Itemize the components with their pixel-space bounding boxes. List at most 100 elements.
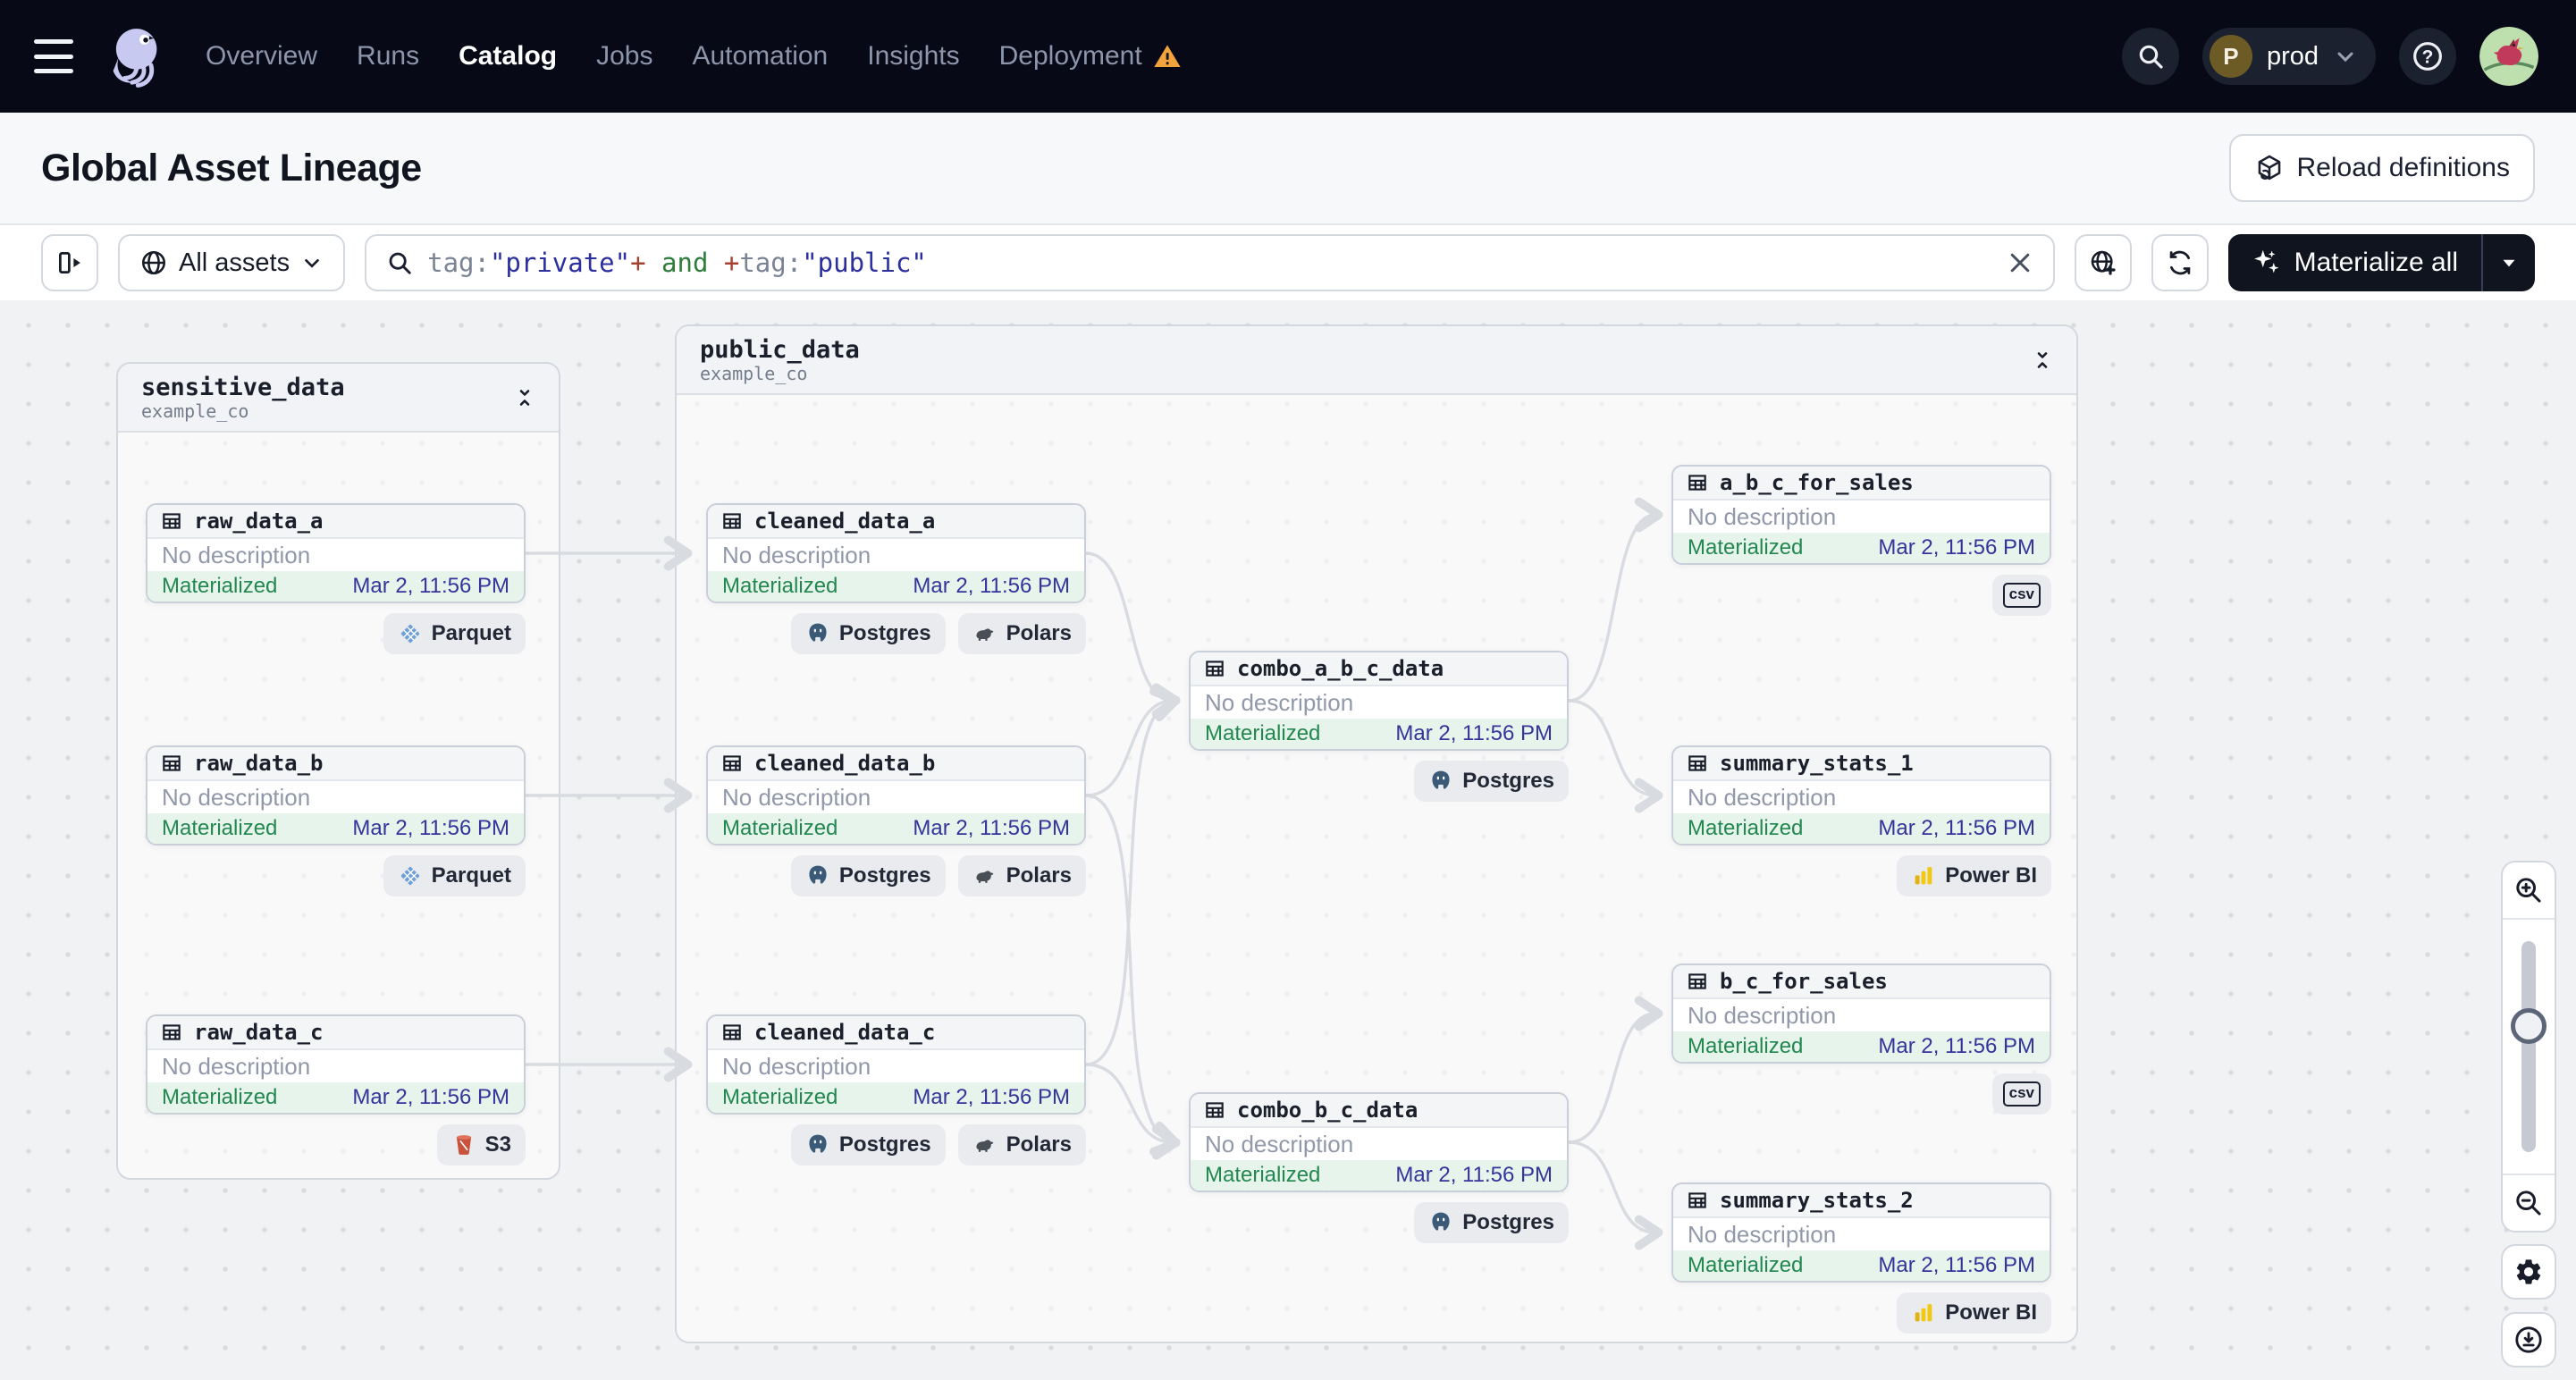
nav-right: P prod ? xyxy=(2121,27,2538,86)
kind-tag-postgres: Postgres xyxy=(790,613,946,654)
nav-item-runs[interactable]: Runs xyxy=(357,41,419,72)
zoom-controls xyxy=(2501,861,2556,1233)
panel-expand-icon xyxy=(59,252,80,273)
lineage-canvas[interactable]: sensitive_data example_co public_data ex… xyxy=(0,300,2576,1380)
asset-node-raw-data-b[interactable]: raw_data_b No description Materialized M… xyxy=(146,745,526,846)
asset-description: No description xyxy=(722,1052,871,1080)
table-icon xyxy=(163,1024,181,1040)
asset-node-cleaned-data-a[interactable]: cleaned_data_a No description Materializ… xyxy=(706,503,1086,603)
asset-node-summary-stats-1[interactable]: summary_stats_1 No description Materiali… xyxy=(1671,745,2051,846)
deployment-badge: P xyxy=(2209,35,2252,78)
asset-filter-input[interactable]: tag:"private"+ and +tag:"public" xyxy=(365,234,2055,291)
open-sidebar-button[interactable] xyxy=(41,234,98,291)
nav-item-catalog[interactable]: Catalog xyxy=(459,41,557,72)
zoom-out-button[interactable] xyxy=(2503,1175,2555,1231)
asset-node-combo-b-c-data[interactable]: combo_b_c_data No description Materializ… xyxy=(1189,1092,1569,1192)
asset-scope-dropdown[interactable]: All assets xyxy=(118,234,346,291)
asset-status: Materialized xyxy=(162,816,278,840)
nav-item-jobs[interactable]: Jobs xyxy=(596,41,652,72)
zoom-slider[interactable] xyxy=(2503,918,2555,1175)
chevron-down-icon xyxy=(305,258,319,268)
search-icon xyxy=(389,252,411,274)
asset-node-raw-data-c[interactable]: raw_data_c No description Materialized M… xyxy=(146,1014,526,1115)
dagster-logo[interactable] xyxy=(100,21,170,91)
kind-tag-postgres: Postgres xyxy=(1414,761,1569,802)
nav-menu: Overview Runs Catalog Jobs Automation In… xyxy=(206,41,1182,72)
materialize-all-button[interactable]: Materialize all xyxy=(2227,234,2535,291)
asset-status: Materialized xyxy=(1205,1163,1321,1187)
user-avatar[interactable] xyxy=(2479,27,2538,86)
nav-item-overview[interactable]: Overview xyxy=(206,41,317,72)
asset-timestamp: Mar 2, 11:56 PM xyxy=(913,816,1070,840)
help-button[interactable]: ? xyxy=(2399,28,2456,85)
download-icon xyxy=(2515,1326,2542,1353)
graph-settings-button[interactable] xyxy=(2501,1244,2556,1300)
kind-tag-csv: csv xyxy=(1991,575,2051,616)
asset-timestamp: Mar 2, 11:56 PM xyxy=(1878,535,2035,560)
kind-tag-postgres: Postgres xyxy=(790,1124,946,1165)
refresh-icon xyxy=(2169,250,2190,275)
menu-icon[interactable] xyxy=(34,39,73,73)
avatar-bird-image xyxy=(2479,27,2538,86)
kind-tag-polars: Polars xyxy=(957,613,1086,654)
warning-icon xyxy=(1154,45,1181,67)
collapse-group-button[interactable] xyxy=(2032,349,2053,371)
collapse-group-button[interactable] xyxy=(514,387,535,408)
table-icon xyxy=(1688,973,1706,989)
zoom-in-button[interactable] xyxy=(2503,862,2555,918)
download-graph-button[interactable] xyxy=(2501,1312,2556,1367)
search-icon xyxy=(2139,45,2163,69)
nav-item-deployment[interactable]: Deployment xyxy=(999,41,1182,72)
table-icon xyxy=(723,1024,741,1040)
globe-plus-icon xyxy=(2091,250,2116,275)
visible-assets-button[interactable] xyxy=(2074,234,2132,291)
asset-status: Materialized xyxy=(162,1085,278,1109)
lineage-toolbar: All assets tag:"private"+ and +tag:"publ… xyxy=(0,225,2576,300)
asset-description: No description xyxy=(1688,1001,1837,1029)
help-icon: ? xyxy=(2413,42,2442,71)
asset-description: No description xyxy=(722,541,871,568)
globe-icon xyxy=(141,250,166,275)
refresh-button[interactable] xyxy=(2151,234,2209,291)
collapse-icon xyxy=(519,389,530,406)
search-button[interactable] xyxy=(2121,28,2179,85)
asset-description: No description xyxy=(1205,1130,1354,1157)
asset-node-combo-a-b-c-data[interactable]: combo_a_b_c_data No description Material… xyxy=(1189,651,1569,751)
asset-status: Materialized xyxy=(722,816,838,840)
asset-node-a-b-c-for-sales[interactable]: a_b_c_for_sales No description Materiali… xyxy=(1671,465,2051,565)
powerbi-icon xyxy=(1915,1304,1932,1322)
csv-icon: csv xyxy=(2002,1081,2041,1107)
asset-timestamp: Mar 2, 11:56 PM xyxy=(352,1085,509,1109)
deployment-switcher[interactable]: P prod xyxy=(2201,28,2376,85)
kind-tag-powerbi: Power BI xyxy=(1897,855,2051,896)
kind-tag-csv: csv xyxy=(1991,1073,2051,1115)
asset-node-summary-stats-2[interactable]: summary_stats_2 No description Materiali… xyxy=(1671,1182,2051,1283)
zoom-in-icon xyxy=(2516,878,2541,903)
clear-filter-button[interactable] xyxy=(2007,249,2033,276)
asset-node-b-c-for-sales[interactable]: b_c_for_sales No description Materialize… xyxy=(1671,963,2051,1064)
zoom-slider-track[interactable] xyxy=(2521,941,2536,1152)
kind-tag-s3: S3 xyxy=(436,1124,526,1165)
zoom-out-icon xyxy=(2516,1191,2541,1216)
group-title: sensitive_data xyxy=(141,373,345,401)
svg-text:?: ? xyxy=(2422,46,2434,67)
nav-item-automation[interactable]: Automation xyxy=(692,41,828,72)
nav-item-insights[interactable]: Insights xyxy=(867,41,959,72)
reload-definitions-button[interactable]: Reload definitions xyxy=(2228,134,2535,202)
kind-tag-postgres: Postgres xyxy=(1414,1202,1569,1243)
page-title: Global Asset Lineage xyxy=(41,146,422,189)
zoom-slider-thumb[interactable] xyxy=(2511,1008,2547,1045)
asset-node-cleaned-data-c[interactable]: cleaned_data_c No description Materializ… xyxy=(706,1014,1086,1115)
group-location: example_co xyxy=(700,363,808,385)
asset-description: No description xyxy=(162,1052,311,1080)
top-nav: Overview Runs Catalog Jobs Automation In… xyxy=(0,0,2576,113)
parquet-icon xyxy=(400,624,419,644)
table-icon xyxy=(163,755,181,771)
materialize-options-button[interactable] xyxy=(2483,234,2535,291)
filter-query-text: tag:"private"+ and +tag:"public" xyxy=(427,248,927,278)
asset-node-cleaned-data-b[interactable]: cleaned_data_b No description Materializ… xyxy=(706,745,1086,846)
asset-status: Materialized xyxy=(1688,1034,1804,1058)
asset-timestamp: Mar 2, 11:56 PM xyxy=(913,574,1070,598)
sparkles-icon xyxy=(2253,249,2279,273)
asset-node-raw-data-a[interactable]: raw_data_a No description Materialized M… xyxy=(146,503,526,603)
